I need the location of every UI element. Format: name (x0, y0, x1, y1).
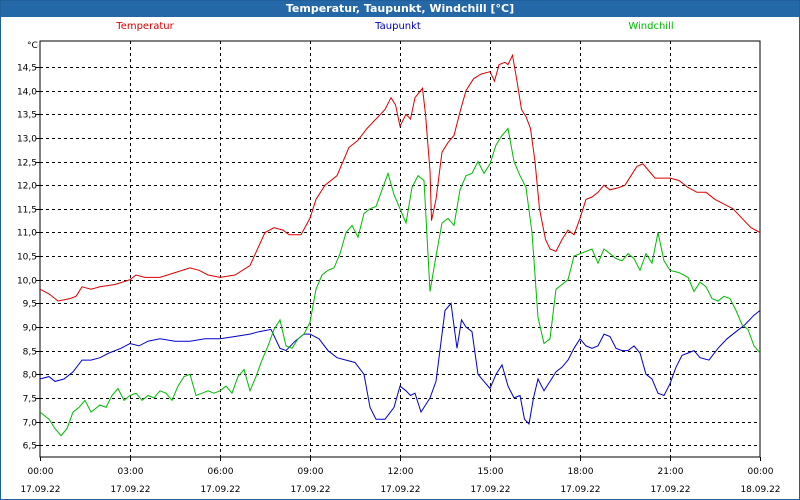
x-tick-time: 15:00 (478, 467, 504, 477)
y-tick-label: 6,5 (23, 442, 37, 452)
y-tick-label: 8,0 (23, 371, 38, 381)
y-axis-unit: °C (27, 41, 38, 51)
y-tick-label: 10,0 (17, 277, 37, 287)
x-tick-date: 17.09.22 (110, 485, 150, 495)
chart-window: Temperatur, Taupunkt, Windchill [°C] 6,5… (0, 0, 800, 500)
y-tick-label: 13,0 (17, 135, 37, 145)
y-tick-label: 12,0 (17, 182, 37, 192)
y-tick-label: 11,0 (17, 229, 37, 239)
y-tick-label: 14,0 (17, 88, 37, 98)
y-tick-label: 12,5 (17, 159, 37, 169)
x-tick-date: 17.09.22 (380, 485, 420, 495)
x-tick-time: 21:00 (658, 467, 684, 477)
legend-taupunkt: Taupunkt (374, 21, 421, 32)
x-tick-date: 17.09.22 (290, 485, 330, 495)
x-tick-date: 17.09.22 (200, 485, 240, 495)
x-tick-time: 09:00 (298, 467, 324, 477)
y-tick-label: 7,5 (23, 395, 37, 405)
legend-layer: Temperatur Taupunkt Windchill (115, 21, 673, 32)
x-tick-date: 17.09.22 (650, 485, 690, 495)
x-tick-time: 00:00 (748, 467, 774, 477)
x-tick-time: 00:00 (28, 467, 54, 477)
y-tick-label: 9,0 (23, 324, 38, 334)
x-tick-time: 12:00 (388, 467, 414, 477)
x-tick-time: 18:00 (568, 467, 594, 477)
x-tick-time: 03:00 (118, 467, 144, 477)
y-tick-label: 8,5 (23, 348, 37, 358)
y-tick-label: 9,5 (23, 300, 37, 310)
line-chart: 6,5 7,0 7,5 8,0 8,5 9,0 9,5 10,0 10,5 11,0 11,5 12,… (17, 21, 781, 495)
x-tick-time: 06:00 (208, 467, 234, 477)
y-tick-label: 13,5 (17, 111, 37, 121)
legend-windchill: Windchill (628, 21, 673, 32)
y-tick-label: 11,5 (17, 206, 37, 216)
x-tick-date: 17.09.22 (20, 485, 60, 495)
x-tick-date: 17.09.22 (560, 485, 600, 495)
y-tick-label: 10,5 (17, 253, 37, 263)
x-tick-date: 17.09.22 (470, 485, 510, 495)
x-tick-date: 18.09.22 (740, 485, 780, 495)
y-tick-label: 7,0 (23, 419, 38, 429)
y-tick-label: 14,5 (17, 64, 37, 74)
window-title: Temperatur, Taupunkt, Windchill [°C] (1, 1, 799, 17)
legend-temperatur: Temperatur (115, 21, 174, 32)
